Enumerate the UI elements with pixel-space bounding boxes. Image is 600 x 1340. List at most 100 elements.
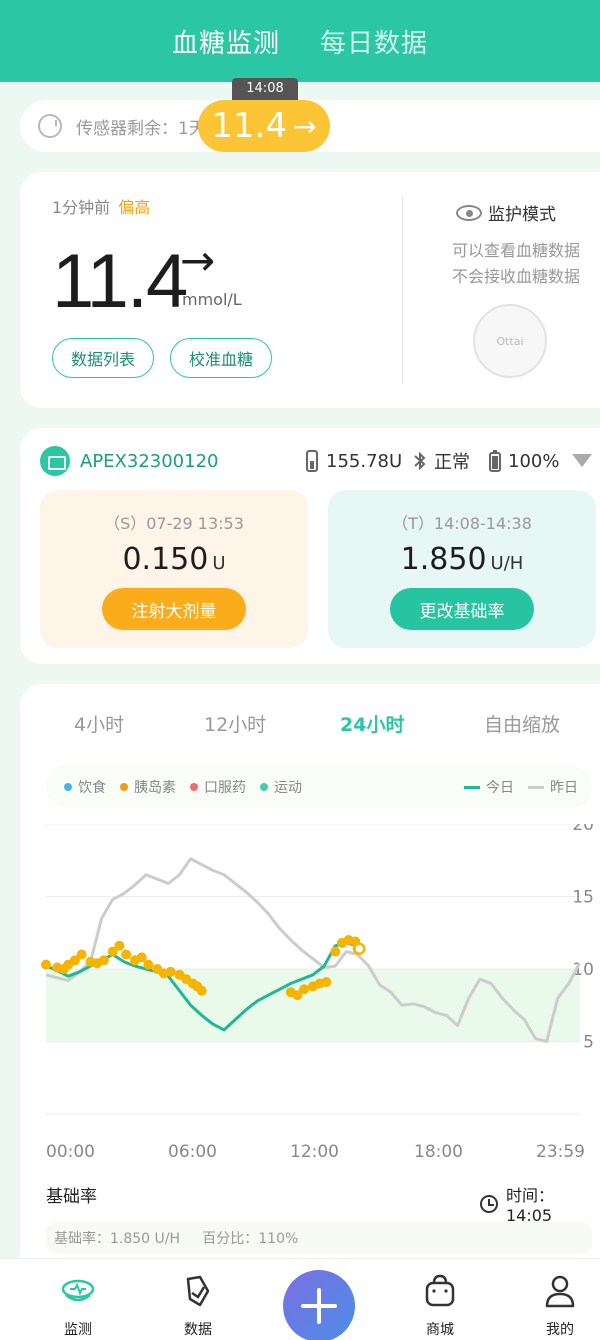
x-tick-label: 23:59 bbox=[536, 1142, 585, 1162]
glucose-unit: mmol/L bbox=[182, 290, 242, 309]
insulin-point bbox=[41, 959, 51, 970]
x-tick-label: 06:00 bbox=[168, 1142, 217, 1162]
clock-icon bbox=[38, 114, 62, 138]
reading-age: 1分钟前 偏高 bbox=[52, 194, 150, 218]
monitor-mode-label: 监护模式 bbox=[488, 205, 556, 225]
basal-time-label: 时间：14:05 bbox=[505, 1186, 554, 1225]
battery-value: 100% bbox=[508, 450, 560, 472]
basal-info-strip: 基础率：1.850 U/H 百分比：110% bbox=[46, 1222, 592, 1254]
add-record-button[interactable] bbox=[283, 1270, 355, 1340]
legend-dot bbox=[120, 783, 128, 791]
range-tab-12h[interactable]: 12小时 bbox=[204, 710, 266, 737]
legend-yesterday: 昨日 bbox=[528, 777, 578, 797]
nav-label: 数据 bbox=[184, 1322, 212, 1338]
basal-panel: （T）14:08-14:38 1.850 U/H 更改基础率 bbox=[328, 490, 596, 648]
legend-line bbox=[528, 785, 544, 789]
current-glucose-bubble: 11.4 → bbox=[198, 100, 330, 152]
legend-exercise: 运动 bbox=[260, 777, 302, 797]
bolus-amount: 0.150 bbox=[122, 542, 209, 577]
current-point-marker bbox=[353, 942, 366, 955]
nav-data[interactable]: 数据 bbox=[158, 1259, 238, 1340]
monitor-desc-line1: 可以查看血糖数据 bbox=[451, 241, 580, 260]
monitor-mode-description: 可以查看血糖数据 不会接收血糖数据 bbox=[432, 238, 600, 290]
glucose-chart[interactable]: 5101520 bbox=[20, 824, 600, 1134]
nav-profile[interactable]: 我的 bbox=[520, 1259, 600, 1340]
legend-oral-medicine: 口服药 bbox=[190, 777, 246, 797]
monitor-mode-title: 监护模式 bbox=[456, 200, 556, 225]
reading-age-text: 1分钟前 bbox=[52, 198, 111, 217]
bubble-time: 14:08 bbox=[232, 78, 298, 100]
change-basal-button[interactable]: 更改基础率 bbox=[390, 588, 534, 630]
chart-legend: 饮食 胰岛素 口服药 运动 今日 昨日 bbox=[46, 766, 592, 808]
insulin-pump-card: APEX32300120 155.78U 正常 100% （S）07-29 13… bbox=[20, 428, 600, 664]
insulin-point bbox=[165, 966, 176, 977]
sensor-device-image: Ottai bbox=[473, 304, 547, 378]
divider bbox=[402, 196, 403, 384]
basal-section-title: 基础率 bbox=[46, 1187, 97, 1207]
battery-status: 100% bbox=[488, 446, 559, 476]
insulin-point bbox=[98, 955, 109, 966]
monitor-desc-line2: 不会接收血糖数据 bbox=[451, 267, 580, 286]
y-tick-label: 5 bbox=[583, 1033, 594, 1053]
legend-label: 今日 bbox=[486, 780, 514, 796]
calibrate-button[interactable]: 校准血糖 bbox=[170, 338, 272, 378]
connection-status: 正常 bbox=[412, 446, 470, 476]
bolus-panel: （S）07-29 13:53 0.150 U 注射大剂量 bbox=[40, 490, 308, 648]
current-glucose-card: 1分钟前 偏高 11.4 → mmol/L 数据列表 校准血糖 监护模式 可以查看… bbox=[20, 172, 600, 408]
legend-dot bbox=[64, 783, 72, 791]
legend-line bbox=[464, 785, 480, 789]
inject-bolus-button[interactable]: 注射大剂量 bbox=[102, 588, 246, 630]
data-icon bbox=[186, 1275, 210, 1307]
bubble-value: 11.4 bbox=[211, 106, 288, 146]
insulin-point bbox=[330, 946, 341, 957]
insulin-point bbox=[121, 949, 132, 960]
user-icon bbox=[545, 1275, 575, 1308]
tab-daily-data[interactable]: 每日数据 bbox=[320, 23, 428, 60]
glucose-chart-card: 4小时 12小时 24小时 自由缩放 饮食 胰岛素 口服药 运动 今日 昨日 5… bbox=[20, 684, 600, 1264]
basal-time-row: 时间：14:05 bbox=[480, 1182, 600, 1225]
legend-label: 口服药 bbox=[204, 780, 246, 796]
insulin-point bbox=[143, 959, 154, 970]
device-logo-text: Ottai bbox=[496, 334, 524, 348]
legend-insulin: 胰岛素 bbox=[120, 777, 176, 797]
basal-info-text: 基础率：1.850 U/H 百分比：110% bbox=[54, 1231, 299, 1247]
nav-shop[interactable]: 商城 bbox=[400, 1259, 480, 1340]
insulin-remaining: 155.78U bbox=[304, 446, 402, 476]
eye-icon bbox=[456, 204, 482, 221]
pump-icon bbox=[40, 446, 70, 476]
data-list-button[interactable]: 数据列表 bbox=[52, 338, 154, 378]
x-tick-label: 12:00 bbox=[290, 1142, 339, 1162]
trend-arrow-icon: → bbox=[293, 109, 317, 143]
x-tick-label: 18:00 bbox=[414, 1142, 463, 1162]
battery-icon bbox=[489, 450, 501, 472]
y-tick-label: 15 bbox=[572, 888, 594, 908]
trend-arrow-icon: → bbox=[180, 236, 216, 285]
sensor-remaining-label: 传感器剩余：1天 bbox=[76, 118, 206, 139]
basal-amount: 1.850 bbox=[400, 542, 487, 577]
legend-dot bbox=[190, 783, 198, 791]
reservoir-icon bbox=[306, 450, 318, 472]
range-tab-4h[interactable]: 4小时 bbox=[74, 710, 124, 737]
bolus-unit: U bbox=[212, 553, 226, 574]
monitor-icon bbox=[61, 1279, 95, 1302]
bluetooth-icon bbox=[414, 451, 426, 471]
insulin-point bbox=[299, 984, 310, 995]
top-header: 血糖监测 每日数据 bbox=[0, 0, 600, 82]
basal-time: （T）14:08-14:38 bbox=[392, 514, 532, 533]
pump-id[interactable]: APEX32300120 bbox=[40, 446, 219, 476]
clock-icon bbox=[480, 1194, 498, 1213]
nav-label: 我的 bbox=[546, 1322, 574, 1338]
legend-today: 今日 bbox=[464, 777, 514, 797]
insulin-point bbox=[196, 985, 207, 996]
range-tab-free-zoom[interactable]: 自由缩放 bbox=[484, 710, 560, 737]
basal-unit: U/H bbox=[490, 553, 524, 574]
nav-monitor[interactable]: 监测 bbox=[38, 1259, 118, 1340]
legend-diet: 饮食 bbox=[64, 777, 106, 797]
bolus-time: （S）07-29 13:53 bbox=[104, 514, 244, 533]
shopping-bag-icon bbox=[425, 1274, 455, 1307]
tab-glucose-monitor[interactable]: 血糖监测 bbox=[172, 23, 280, 60]
insulin-remaining-value: 155.78U bbox=[326, 450, 403, 472]
connection-status-text: 正常 bbox=[434, 452, 470, 473]
range-tab-24h[interactable]: 24小时 bbox=[340, 710, 404, 737]
chevron-down-icon[interactable] bbox=[572, 454, 592, 467]
